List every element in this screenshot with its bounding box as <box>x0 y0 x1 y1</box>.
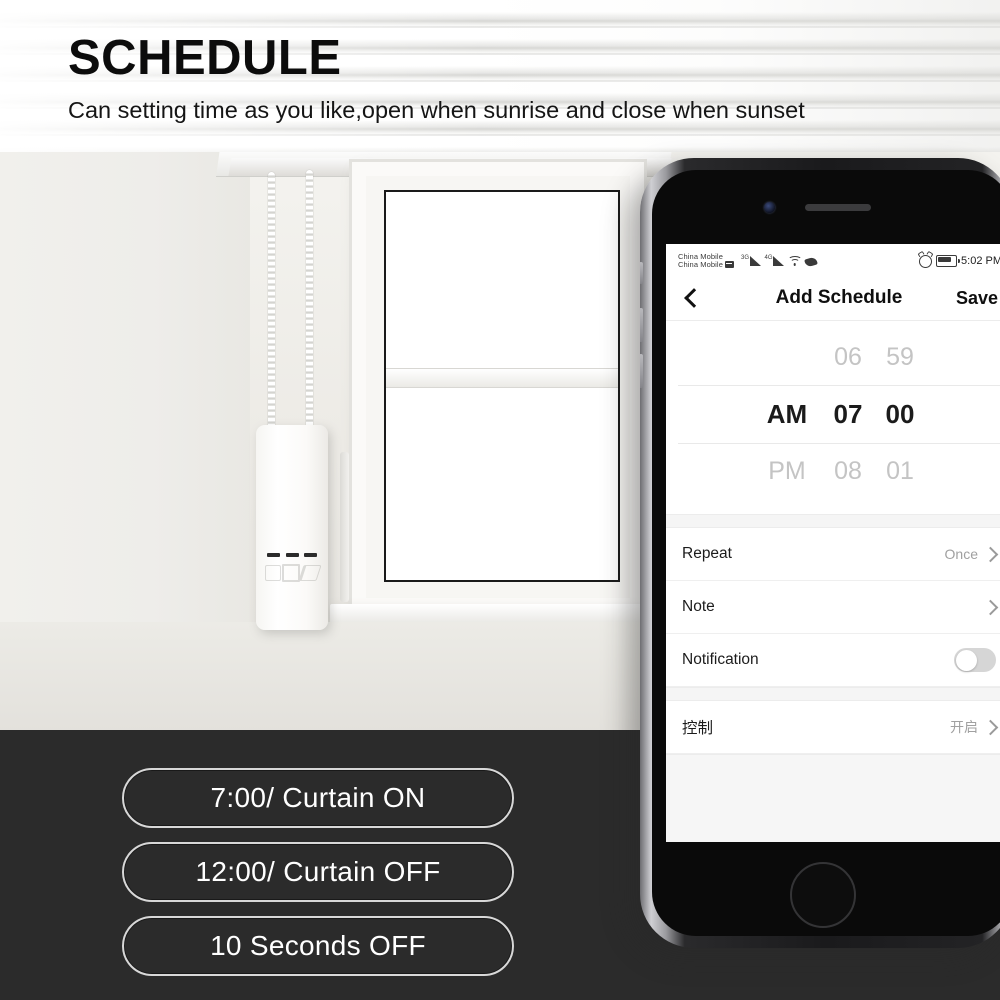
curtain-motor-device <box>256 425 328 630</box>
setting-right: 开启 <box>950 717 999 737</box>
bead-chain-left <box>268 172 275 440</box>
picker-minute: 00 <box>885 398 915 429</box>
sim-card-icon <box>724 261 734 269</box>
setting-right <box>978 599 999 615</box>
picker-separator-bottom <box>678 443 1000 444</box>
chevron-right-icon <box>982 599 999 615</box>
feature-pill-label: 7:00/ Curtain ON <box>210 782 426 813</box>
led-indicator <box>285 553 299 557</box>
picker-row-prev[interactable]: 06 59 <box>666 329 1000 385</box>
page-subtitle: Can setting time as you like,open when s… <box>68 97 805 123</box>
window-glass <box>384 190 620 582</box>
picker-hour: 08 <box>834 456 862 485</box>
signal-bars <box>749 256 761 266</box>
volume-up-button[interactable] <box>640 308 643 342</box>
close-glyph-icon <box>298 565 322 581</box>
app-screen: China Mobile China Mobile 3G 4G 5:02 PM … <box>666 244 1000 842</box>
list-section-gap <box>666 514 1000 528</box>
setting-value: 开启 <box>950 719 978 735</box>
alarm-clock-icon <box>919 254 933 268</box>
feature-pill: 10 Seconds OFF <box>122 916 514 976</box>
toggle-knob <box>955 649 977 671</box>
chevron-right-icon <box>982 546 999 562</box>
window-sash-bar <box>386 368 618 388</box>
picker-separator-top <box>678 385 1000 386</box>
setting-label: Repeat <box>682 545 732 562</box>
screen-title: Add Schedule <box>775 287 903 308</box>
motor-button-glyphs <box>265 561 322 585</box>
picker-ampm: PM <box>768 456 806 485</box>
carrier-name-secondary: China Mobile <box>678 260 723 269</box>
motor-mount-rail <box>340 452 349 602</box>
picker-row-next[interactable]: PM 08 01 <box>666 443 1000 499</box>
smartphone-mockup: China Mobile China Mobile 3G 4G 5:02 PM … <box>640 158 1000 948</box>
notification-toggle[interactable] <box>954 648 996 672</box>
status-bar: China Mobile China Mobile 3G 4G 5:02 PM <box>666 244 1000 276</box>
picker-hour: 07 <box>833 398 863 429</box>
picker-minute: 01 <box>886 456 914 485</box>
picker-ampm: AM <box>766 398 808 429</box>
picker-hour: 06 <box>834 342 862 371</box>
setting-value: Once <box>944 546 978 562</box>
signal-label-3g: 3G <box>740 255 749 261</box>
chevron-right-icon <box>982 719 999 735</box>
window-frame <box>352 162 644 612</box>
app-navigation-bar: Add Schedule Save <box>666 276 1000 321</box>
bead-chain-right <box>306 170 313 442</box>
setting-row-notification[interactable]: Notification <box>666 634 1000 687</box>
front-camera-icon <box>764 202 775 213</box>
setting-label: Note <box>682 598 715 615</box>
signal-label-4g: 4G <box>764 255 773 261</box>
volume-down-button[interactable] <box>640 354 643 388</box>
setting-right: Once <box>944 546 999 562</box>
feature-pill-list: 7:00/ Curtain ON 12:00/ Curtain OFF 10 S… <box>122 768 514 990</box>
carrier-block: China Mobile China Mobile <box>678 253 734 269</box>
setting-label: 控制 <box>682 720 714 737</box>
setting-row-note[interactable]: Note <box>666 581 1000 634</box>
motor-indicator-leds <box>267 553 317 557</box>
home-button[interactable] <box>790 862 856 928</box>
product-marketing-image: SCHEDULE Can setting time as you like,op… <box>0 0 1000 1000</box>
silent-switch[interactable] <box>640 262 643 284</box>
save-button[interactable]: Save <box>956 288 998 309</box>
feature-pill-label: 12:00/ Curtain OFF <box>195 856 441 887</box>
list-section-gap-2 <box>666 687 1000 701</box>
led-indicator <box>267 553 280 557</box>
picker-minute: 59 <box>886 342 914 371</box>
back-chevron-icon[interactable] <box>680 287 702 309</box>
vibrate-icon <box>804 256 818 268</box>
open-glyph-icon <box>265 565 281 581</box>
setting-label: Notification <box>682 651 759 668</box>
page-title: SCHEDULE <box>68 31 342 85</box>
setting-row-repeat[interactable]: Repeat Once <box>666 528 1000 581</box>
header-text-group: SCHEDULE Can setting time as you like,op… <box>68 34 805 124</box>
status-right-group: 5:02 PM <box>919 254 1000 268</box>
time-picker[interactable]: 06 59 AM 07 00 PM 08 01 <box>666 321 1000 514</box>
carrier-line-2: China Mobile <box>678 261 734 269</box>
setting-row-control[interactable]: 控制 开启 <box>666 701 1000 754</box>
feature-pill: 12:00/ Curtain OFF <box>122 842 514 902</box>
signal-bars <box>773 256 785 266</box>
led-indicator <box>304 553 317 557</box>
setting-right <box>954 648 996 672</box>
earpiece-speaker <box>805 204 871 211</box>
feature-pill: 7:00/ Curtain ON <box>122 768 514 828</box>
battery-icon <box>936 255 961 267</box>
status-time: 5:02 PM <box>961 255 1000 267</box>
status-icons: 3G 4G <box>741 255 818 268</box>
stop-glyph-icon <box>282 564 300 582</box>
feature-pill-label: 10 Seconds OFF <box>210 930 426 961</box>
signal-4g-icon: 4G <box>765 255 785 266</box>
signal-3g-icon: 3G <box>741 255 761 266</box>
list-empty-area <box>666 754 1000 842</box>
picker-row-selected[interactable]: AM 07 00 <box>666 385 1000 443</box>
wifi-icon <box>787 255 802 266</box>
